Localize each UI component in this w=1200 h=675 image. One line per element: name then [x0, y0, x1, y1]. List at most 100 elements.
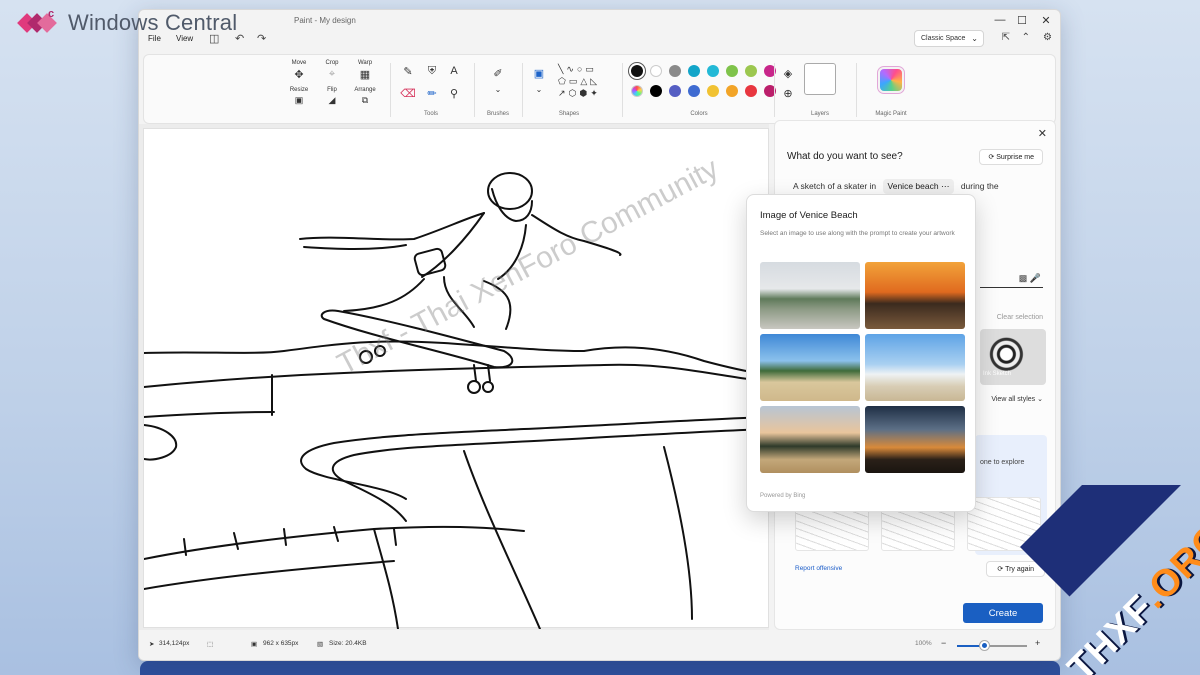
- powered-by-bing: Powered by Bing: [760, 493, 806, 499]
- color-swatch[interactable]: [688, 65, 700, 77]
- shape-fill-icon[interactable]: ▣: [531, 67, 547, 80]
- color-swatch[interactable]: [631, 65, 643, 77]
- settings-icon[interactable]: ⚙: [1043, 32, 1052, 43]
- color-swatch[interactable]: [745, 65, 757, 77]
- move-icon[interactable]: ✥: [291, 68, 307, 81]
- color-swatch[interactable]: [669, 65, 681, 77]
- magic-paint-icon[interactable]: [877, 66, 905, 94]
- shape-gallery[interactable]: ╲∿○▭ ⬠▭△◺ ↗⬡⬢✦: [558, 63, 618, 103]
- chevron-down-icon[interactable]: ⌄: [531, 85, 547, 94]
- layers-group-label: Layers: [810, 111, 829, 117]
- ribbon-separator: [522, 63, 523, 117]
- clear-selection-link[interactable]: Clear selection: [997, 314, 1043, 321]
- arrange-icon[interactable]: ⧉: [357, 95, 373, 106]
- minimize-button[interactable]: —: [990, 14, 1010, 26]
- layers-icon[interactable]: ◈: [780, 67, 796, 80]
- ribbon-separator: [856, 63, 857, 117]
- ribbon-toolbar: Move ✥ Crop ⌖ Warp ▦ Resize ▣ Flip ◢ Arr…: [143, 54, 1056, 124]
- close-panel-icon[interactable]: ✕: [1038, 127, 1047, 140]
- prompt-input-border: [980, 287, 1043, 288]
- view-all-styles-label: View all styles: [991, 396, 1036, 403]
- fill-bucket-icon[interactable]: ⛨: [424, 65, 440, 78]
- venice-beach-image-2[interactable]: [865, 262, 965, 329]
- resize-label: Resize: [289, 87, 309, 93]
- popup-title: Image of Venice Beach: [760, 210, 858, 221]
- report-offensive-link[interactable]: Report offensive: [795, 565, 842, 572]
- popup-description: Select an image to use along with the pr…: [760, 230, 955, 237]
- venice-beach-image-4[interactable]: [865, 334, 965, 401]
- status-bar: ➤ 314,124px ⬚ ▣ 962 x 635px ▧ Size: 20.4…: [139, 632, 1060, 660]
- ribbon-separator: [474, 63, 475, 117]
- redo-icon[interactable]: ↷: [257, 32, 266, 45]
- refresh-icon: ⟳: [988, 154, 995, 161]
- color-swatch[interactable]: [650, 65, 662, 77]
- flip-label: Flip: [327, 87, 337, 93]
- close-button[interactable]: ✕: [1036, 14, 1056, 27]
- brush-icon[interactable]: ✐: [490, 67, 506, 80]
- surprise-me-label: Surprise me: [996, 154, 1034, 161]
- maximize-button[interactable]: ☐: [1012, 14, 1032, 27]
- color-swatch[interactable]: [745, 85, 757, 97]
- chevron-down-icon[interactable]: ⌄: [490, 85, 506, 94]
- color-swatch[interactable]: [726, 65, 738, 77]
- tools-group-label: Tools: [423, 111, 438, 117]
- brushes-group-label: Brushes: [486, 111, 509, 117]
- image-reference-popup: Image of Venice Beach Select an image to…: [746, 194, 976, 512]
- add-layer-icon[interactable]: ⊕: [780, 87, 796, 100]
- layer-thumbnail[interactable]: [804, 63, 836, 95]
- colors-group-label: Colors: [690, 111, 708, 117]
- view-all-styles-link[interactable]: View all styles ⌄: [991, 395, 1043, 403]
- color-swatch[interactable]: [707, 85, 719, 97]
- zoom-level: 100%: [915, 640, 932, 647]
- magnifier-icon[interactable]: ⚲: [446, 87, 462, 100]
- prompt-after: during the: [960, 181, 999, 191]
- flip-icon[interactable]: ◢: [324, 95, 340, 106]
- venice-beach-image-1[interactable]: [760, 262, 860, 329]
- share-icon[interactable]: ⇱: [1002, 32, 1010, 43]
- shapes-group-label: Shapes: [558, 111, 580, 117]
- venice-beach-image-6[interactable]: [865, 406, 965, 473]
- prompt-text[interactable]: A sketch of a skater in Venice beach ⋯ d…: [793, 179, 999, 194]
- space-select[interactable]: Classic Space ⌄: [914, 30, 984, 47]
- file-size: Size: 20.4KB: [329, 640, 367, 647]
- warp-label: Warp: [357, 60, 373, 66]
- ribbon-separator: [390, 63, 391, 117]
- ribbon-separator: [774, 63, 775, 117]
- chevron-down-icon: ⌄: [971, 34, 978, 43]
- drawing-canvas[interactable]: [143, 128, 770, 629]
- arrange-label: Arrange: [354, 87, 376, 93]
- cursor-icon: ➤: [149, 641, 155, 648]
- color-picker-icon[interactable]: ✏: [424, 87, 440, 100]
- text-tool-icon[interactable]: A: [446, 65, 462, 77]
- resize-icon[interactable]: ▣: [291, 95, 307, 106]
- image-attach-icon[interactable]: ▩ 🎤: [1019, 273, 1041, 284]
- brand-header: c Windows Central: [17, 8, 238, 36]
- color-swatch[interactable]: [650, 85, 662, 97]
- file-size-icon: ▧: [317, 641, 324, 648]
- selection-icon: ⬚: [207, 641, 214, 648]
- space-select-value: Classic Space: [921, 35, 966, 42]
- refresh-icon: ⟳: [997, 566, 1004, 573]
- color-swatch[interactable]: [707, 65, 719, 77]
- windows-central-logo-icon: c: [17, 8, 60, 36]
- zoom-out-button[interactable]: −: [941, 638, 946, 648]
- collapse-ribbon-icon[interactable]: ⌃: [1022, 32, 1030, 43]
- warp-icon[interactable]: ▦: [357, 68, 373, 81]
- surprise-me-button[interactable]: ⟳ Surprise me: [979, 149, 1043, 165]
- venice-beach-image-5[interactable]: [760, 406, 860, 473]
- zoom-slider-handle[interactable]: [979, 641, 989, 650]
- pencil-icon[interactable]: ✎: [400, 65, 416, 78]
- crop-icon[interactable]: ⌖: [324, 68, 340, 81]
- venice-beach-image-3[interactable]: [760, 334, 860, 401]
- cursor-position: 314,124px: [159, 640, 190, 647]
- brand-name: Windows Central: [68, 10, 238, 35]
- color-swatch[interactable]: [688, 85, 700, 97]
- skater-sketch: [144, 172, 770, 629]
- move-label: Move: [291, 60, 307, 66]
- color-swatch[interactable]: [669, 85, 681, 97]
- color-swatch[interactable]: [726, 85, 738, 97]
- edit-colors-icon[interactable]: [631, 85, 643, 97]
- document-title: Paint - My design: [294, 16, 356, 25]
- prompt-chip-venice-beach[interactable]: Venice beach ⋯: [882, 179, 955, 194]
- eraser-icon[interactable]: ⌫: [400, 87, 416, 100]
